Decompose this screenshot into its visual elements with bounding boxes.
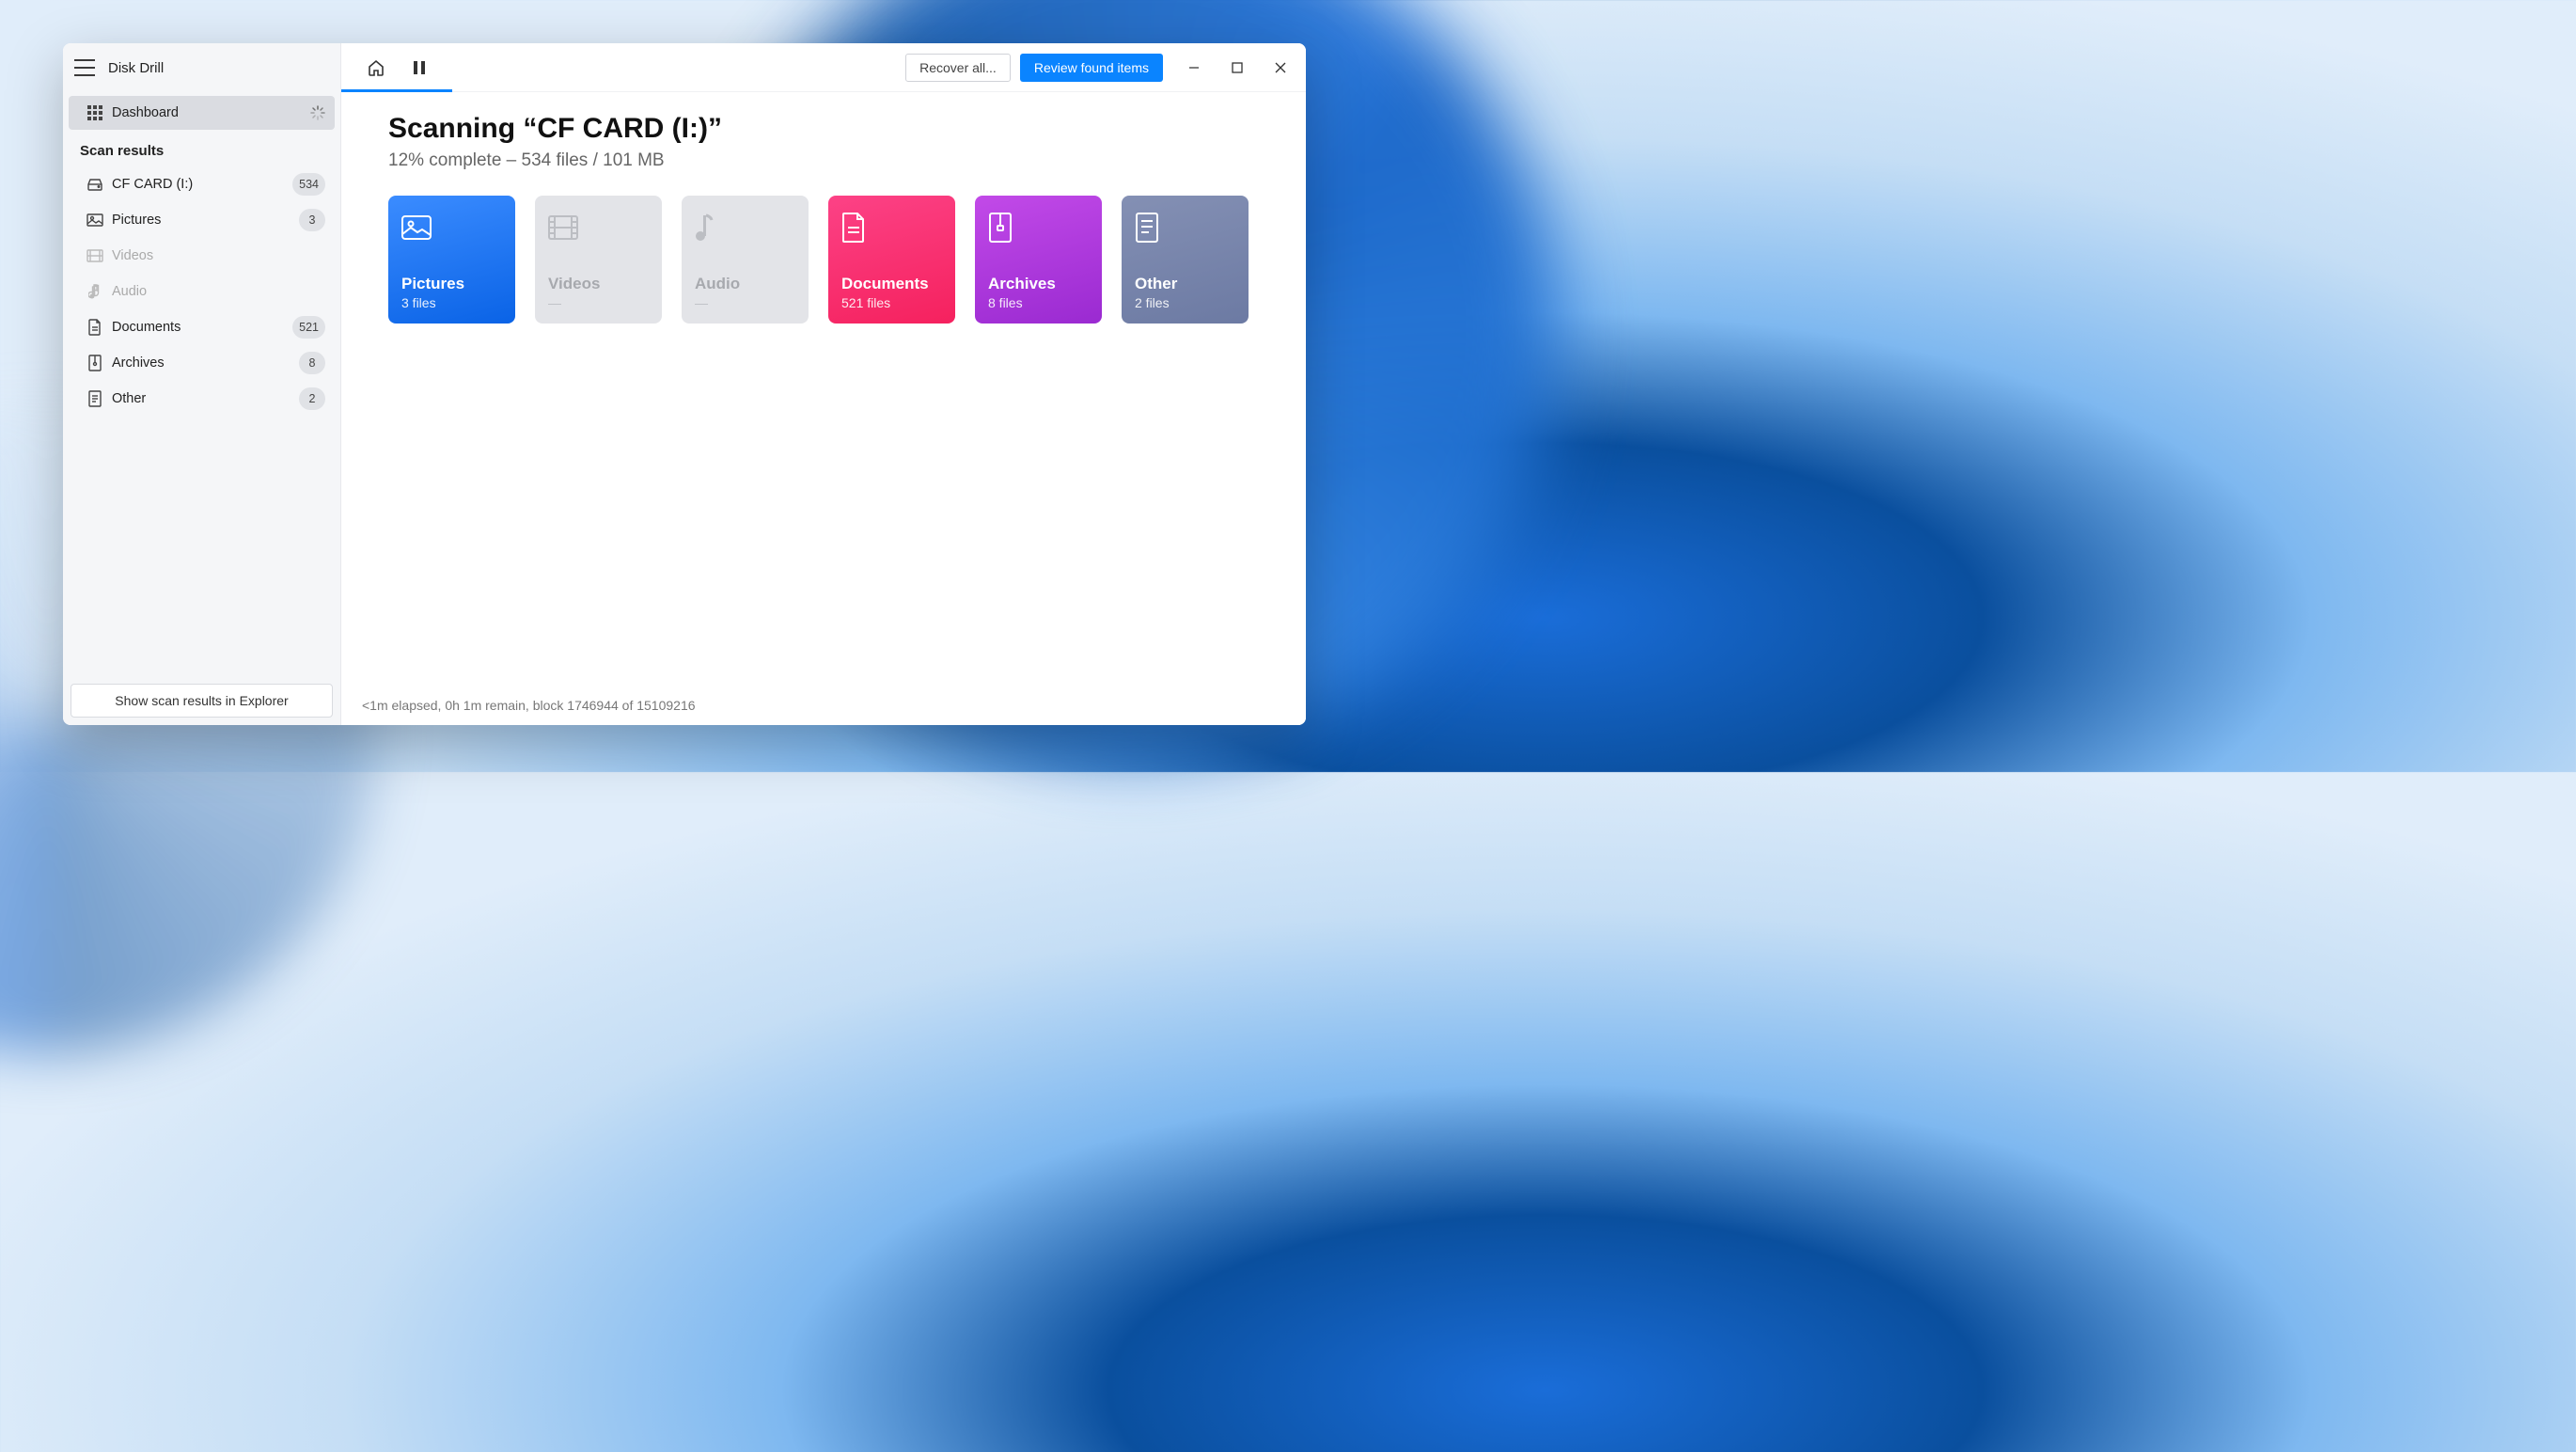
card-audio[interactable]: Audio — [682,196,809,324]
audio-icon [78,283,112,300]
card-other[interactable]: Other 2 files [1122,196,1249,324]
sidebar-item-audio[interactable]: Audio [69,274,335,309]
page-subtitle: 12% complete – 534 files / 101 MB [388,150,1259,171]
page-title: Scanning “CF CARD (I:)” [388,113,1259,145]
card-videos[interactable]: Videos — [535,196,662,324]
status-bar: <1m elapsed, 0h 1m remain, block 1746944… [341,686,1306,725]
review-found-items-button[interactable]: Review found items [1020,54,1163,82]
sidebar-item-label: Archives [112,355,299,371]
show-in-explorer-button[interactable]: Show scan results in Explorer [71,684,333,718]
app-window: Disk Drill Dashboard Scan results CF CAR… [63,43,1306,725]
card-pictures[interactable]: Pictures 3 files [388,196,515,324]
main: Recover all... Review found items Scanni… [341,43,1306,725]
close-button[interactable] [1259,43,1302,92]
card-title: Documents [841,275,942,293]
count-badge: 2 [299,387,325,410]
sidebar-item-label: Videos [112,248,325,263]
content: Scanning “CF CARD (I:)” 12% complete – 5… [341,92,1306,686]
sidebar-item-video[interactable]: Videos [69,238,335,274]
sidebar-item-label: Pictures [112,213,299,228]
documents-icon [841,209,942,246]
toolbar: Recover all... Review found items [341,43,1306,92]
sidebar-header: Disk Drill [63,43,340,92]
card-title: Videos [548,275,649,293]
archives-icon [988,209,1089,246]
app-title: Disk Drill [108,60,164,76]
card-sub: 2 files [1135,295,1235,310]
card-sub: — [548,295,649,310]
pictures-icon [401,209,502,246]
sidebar-item-other[interactable]: Other2 [69,381,335,417]
sidebar-section-title: Scan results [63,130,340,166]
count-badge: 8 [299,352,325,374]
sidebar-item-picture[interactable]: Pictures3 [69,202,335,238]
picture-icon [78,213,112,227]
pause-tab[interactable] [398,43,441,92]
sidebar-item-label: Dashboard [112,105,310,120]
sidebar: Disk Drill Dashboard Scan results CF CAR… [63,43,341,725]
audio-icon [695,209,795,246]
maximize-button[interactable] [1216,43,1259,92]
videos-icon [548,209,649,246]
sidebar-item-label: Other [112,391,299,406]
grid-icon [78,105,112,120]
other-icon [78,390,112,407]
sidebar-item-drive[interactable]: CF CARD (I:)534 [69,166,335,202]
cards-row: Pictures 3 files Videos — Audio — Documents 521… [388,196,1259,324]
archive-icon [78,355,112,371]
home-tab[interactable] [354,43,398,92]
sidebar-item-label: CF CARD (I:) [112,177,292,192]
count-badge: 3 [299,209,325,231]
card-sub: — [695,295,795,310]
sidebar-item-label: Audio [112,284,325,299]
card-title: Audio [695,275,795,293]
other-icon [1135,209,1235,246]
status-text: <1m elapsed, 0h 1m remain, block 1746944… [362,698,696,713]
sidebar-item-label: Documents [112,320,292,335]
card-documents[interactable]: Documents 521 files [828,196,955,324]
sidebar-item-archive[interactable]: Archives8 [69,345,335,381]
card-title: Pictures [401,275,502,293]
card-sub: 3 files [401,295,502,310]
card-sub: 8 files [988,295,1089,310]
hamburger-icon[interactable] [74,59,95,76]
minimize-button[interactable] [1172,43,1216,92]
card-title: Other [1135,275,1235,293]
card-sub: 521 files [841,295,942,310]
count-badge: 534 [292,173,325,196]
sidebar-item-document[interactable]: Documents521 [69,309,335,345]
recover-all-button[interactable]: Recover all... [905,54,1011,82]
drive-icon [78,178,112,191]
card-archives[interactable]: Archives 8 files [975,196,1102,324]
count-badge: 521 [292,316,325,339]
card-title: Archives [988,275,1089,293]
sidebar-item-dashboard[interactable]: Dashboard [69,96,335,130]
document-icon [78,319,112,336]
video-icon [78,249,112,262]
spinner-icon [310,105,325,120]
